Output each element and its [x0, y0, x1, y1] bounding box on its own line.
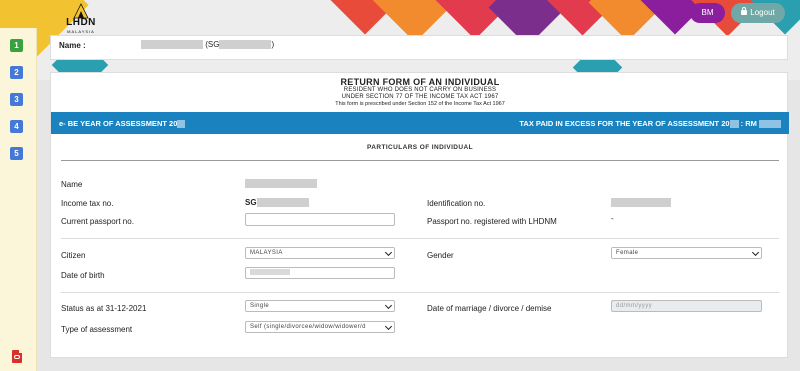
assessment-type-label: Type of assessment	[61, 325, 133, 334]
marriage-date-label: Date of marriage / divorce / demise	[427, 304, 552, 313]
logout-label: Logout	[750, 8, 775, 17]
passport-lhdnm-value: -	[611, 214, 614, 223]
lock-icon	[741, 7, 748, 15]
form-subtitle-3: This form is prescribed under Section 15…	[335, 101, 505, 107]
citizen-select[interactable]: MALAYSIA	[245, 247, 395, 259]
passport-input[interactable]	[245, 213, 395, 226]
form-subtitle-2: UNDER SECTION 77 OF THE INCOME TAX ACT 1…	[341, 94, 499, 100]
form-title: RETURN FORM OF AN INDIVIDUAL	[340, 77, 500, 87]
marriage-date-input[interactable]: dd/mm/yyyy	[611, 300, 762, 312]
chevron-down-icon	[384, 301, 393, 310]
assessment-type-select[interactable]: Self (single/divorcee/widow/widower/d	[245, 321, 395, 333]
section-title: PARTICULARS OF INDIVIDUAL	[367, 144, 473, 151]
return-form-card: RETURN FORM OF AN INDIVIDUAL RESIDENT WH…	[50, 72, 789, 358]
gender-select[interactable]: Female	[611, 247, 762, 259]
passport-lhdnm-label: Passport no. registered with LHDNM	[427, 217, 557, 226]
status-label: Status as at 31-12-2021	[61, 304, 147, 313]
name-bar-value: (SG)	[141, 40, 274, 50]
sidebar: 1 2 3 4 5	[0, 28, 37, 371]
assessment-year-bar: e- BE YEAR OF ASSESSMENT 20 TAX PAID IN …	[51, 112, 789, 134]
income-tax-label: Income tax no.	[61, 199, 114, 208]
step-3-button[interactable]: 3	[10, 93, 23, 106]
divider	[61, 292, 779, 293]
gender-label: Gender	[427, 251, 454, 260]
name-value	[245, 179, 317, 189]
logout-button[interactable]: Logout	[731, 3, 785, 23]
identification-value	[611, 198, 671, 208]
form-subtitle-1: RESIDENT WHO DOES NOT CARRY ON BUSINESS	[343, 87, 497, 93]
redacted-id	[219, 40, 272, 50]
step-4-button[interactable]: 4	[10, 120, 23, 133]
divider	[61, 238, 779, 239]
passport-label: Current passport no.	[61, 217, 134, 226]
chevron-down-icon	[751, 248, 760, 257]
name-label: Name	[61, 180, 83, 189]
status-select[interactable]: Single	[245, 300, 395, 312]
year-of-assessment: e- BE YEAR OF ASSESSMENT 20	[59, 119, 186, 129]
pdf-icon[interactable]	[12, 350, 22, 363]
step-1-button[interactable]: 1	[10, 39, 23, 52]
identification-label: Identification no.	[427, 199, 486, 208]
divider	[61, 160, 779, 161]
form-title-block: RETURN FORM OF AN INDIVIDUAL RESIDENT WH…	[51, 77, 789, 108]
income-tax-value: SG	[245, 198, 309, 208]
language-bm-button[interactable]: BM	[690, 3, 725, 23]
citizen-label: Citizen	[61, 251, 86, 260]
dob-label: Date of birth	[61, 271, 105, 280]
name-bar: Name : (SG)	[50, 35, 788, 60]
dob-input[interactable]	[245, 267, 395, 279]
name-bar-label: Name :	[59, 41, 86, 50]
logo-subtext: MALAYSIA	[67, 29, 95, 34]
lhdn-logo: LHDN MALAYSIA	[56, 2, 106, 36]
chevron-down-icon	[384, 248, 393, 257]
redacted-name	[141, 40, 203, 50]
logo-text: LHDN	[66, 17, 96, 28]
step-2-button[interactable]: 2	[10, 66, 23, 79]
step-5-button[interactable]: 5	[10, 147, 23, 160]
tax-paid-excess: TAX PAID IN EXCESS FOR THE YEAR OF ASSES…	[519, 119, 781, 129]
chevron-down-icon	[384, 322, 393, 331]
